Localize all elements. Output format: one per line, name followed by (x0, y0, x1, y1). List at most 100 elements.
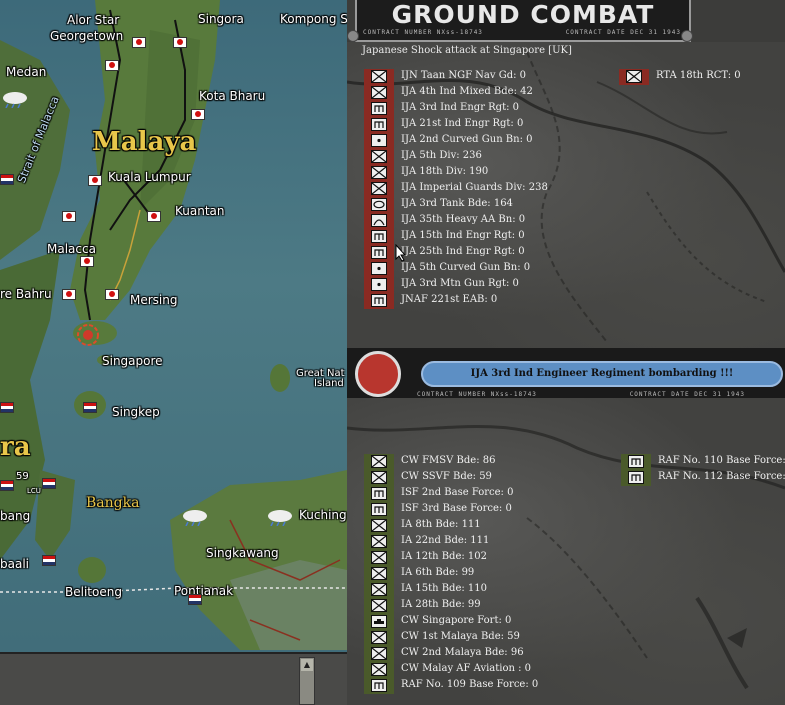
contract-number: CONTRACT NUMBER NXss-18743 (363, 29, 483, 36)
infantry-unit-icon (371, 166, 387, 179)
place-label: Singapore (102, 354, 163, 368)
place-label: Kuching (299, 508, 347, 522)
unit-name: RTA 18th RCT: 0 (656, 70, 741, 81)
place-label: Kompong Sc (280, 12, 347, 26)
rivet-icon (347, 30, 359, 42)
japanese-base-icon[interactable] (80, 256, 94, 267)
strategic-map[interactable]: Alor Star Georgetown Singora Kompong Sc … (0, 0, 347, 705)
place-label: Georgetown (50, 29, 124, 43)
japanese-base-icon[interactable] (88, 175, 102, 186)
engineer-unit-icon (371, 118, 387, 131)
place-label: Alor Star (67, 13, 120, 27)
japanese-base-icon[interactable] (62, 289, 76, 300)
region-label: Malaya (92, 127, 197, 157)
engineer-unit-icon (371, 487, 387, 500)
unit-name: RAF No. 112 Base Force: 0 (658, 471, 785, 482)
fort-unit-icon (371, 615, 387, 628)
unit-name: IJA 5th Curved Gun Bn: 0 (401, 262, 531, 273)
place-label: Mersing (130, 293, 178, 307)
unit-name: IJA 15th Ind Engr Rgt: 0 (401, 230, 525, 241)
unit-name: JNAF 221st EAB: 0 (401, 294, 498, 305)
dutch-base-icon[interactable] (42, 478, 56, 489)
ground-combat-panel: GROUND COMBAT CONTRACT NUMBER NXss-18743… (347, 0, 785, 705)
infantry-unit-icon (371, 471, 387, 484)
attack-description: Japanese Shock attack at Singapore [UK] (362, 45, 572, 56)
unit-name: IJA 21st Ind Engr Rgt: 0 (401, 118, 524, 129)
engineer-unit-icon (371, 679, 387, 692)
ground-combat-header: GROUND COMBAT CONTRACT NUMBER NXss-18743… (355, 0, 691, 42)
japanese-base-icon[interactable] (105, 289, 119, 300)
unit-name: CW 1st Malaya Bde: 59 (401, 631, 520, 642)
unit-name: IJA 35th Heavy AA Bn: 0 (401, 214, 526, 225)
combat-event-bar: IJA 3rd Ind Engineer Regiment bombarding… (347, 348, 785, 398)
mouse-pointer-icon (395, 244, 407, 262)
japanese-base-icon[interactable] (132, 37, 146, 48)
region-label: Bangka (86, 495, 140, 511)
japan-roundel-icon (355, 351, 401, 397)
unit-name: IA 28th Bde: 99 (401, 599, 481, 610)
place-label: Singkawang (206, 546, 279, 560)
japanese-base-icon[interactable] (191, 109, 205, 120)
dutch-base-icon[interactable] (0, 480, 14, 491)
dutch-base-icon[interactable] (188, 594, 202, 605)
infantry-unit-icon (371, 567, 387, 580)
infantry-unit-icon (371, 182, 387, 195)
japanese-base-icon[interactable] (105, 60, 119, 71)
unit-name: CW 2nd Malaya Bde: 96 (401, 647, 524, 658)
unit-name: IA 15th Bde: 110 (401, 583, 488, 594)
place-label: Medan (6, 65, 47, 79)
artillery-unit-icon (371, 262, 387, 275)
infantry-unit-icon (626, 70, 642, 83)
storm-cloud-icon (3, 92, 27, 108)
infantry-unit-icon (371, 86, 387, 99)
unit-marker-label: LCU (27, 487, 41, 495)
dutch-base-icon[interactable] (83, 402, 97, 413)
infantry-unit-icon (371, 70, 387, 83)
japanese-base-icon[interactable] (147, 211, 161, 222)
unit-name: IJA 4th Ind Mixed Bde: 42 (401, 86, 533, 97)
unit-name: IJA Imperial Guards Div: 238 (401, 182, 548, 193)
infantry-unit-icon (371, 663, 387, 676)
region-label: ra (0, 432, 31, 462)
unit-name: IJA 3rd Tank Bde: 164 (401, 198, 513, 209)
scroll-up-icon[interactable]: ▲ (301, 659, 313, 671)
place-label: Kuantan (175, 204, 225, 218)
infantry-unit-icon (371, 535, 387, 548)
contract-date: CONTRACT DATE DEC 31 1943 (629, 391, 745, 398)
contract-date: CONTRACT DATE DEC 31 1943 (565, 29, 681, 36)
dutch-base-icon[interactable] (0, 402, 14, 413)
unit-name: CW Singapore Fort: 0 (401, 615, 512, 626)
place-label: Kota Bharu (199, 89, 266, 103)
map-scrollbar[interactable]: ▲ (299, 657, 315, 705)
unit-name: RAF No. 110 Base Force: 0 (658, 455, 785, 466)
unit-marker-label: 59 (16, 471, 29, 482)
unit-name: CW SSVF Bde: 59 (401, 471, 492, 482)
unit-name: IA 6th Bde: 99 (401, 567, 475, 578)
dutch-base-icon[interactable] (0, 174, 14, 185)
infantry-unit-icon (371, 150, 387, 163)
event-banner: IJA 3rd Ind Engineer Regiment bombarding… (421, 361, 783, 387)
unit-name: ISF 2nd Base Force: 0 (401, 487, 514, 498)
unit-name: IJA 3rd Mtn Gun Rgt: 0 (401, 278, 519, 289)
infantry-unit-icon (371, 551, 387, 564)
japanese-base-icon[interactable] (173, 37, 187, 48)
engineer-unit-icon (371, 230, 387, 243)
place-label: Singora (198, 12, 244, 26)
unit-name: IJA 25th Ind Engr Rgt: 0 (401, 246, 525, 257)
armor-unit-icon (371, 198, 387, 211)
infantry-unit-icon (371, 455, 387, 468)
contract-number: CONTRACT NUMBER NXss-18743 (417, 391, 537, 398)
place-label: Island (314, 378, 344, 389)
unit-name: IA 12th Bde: 102 (401, 551, 488, 562)
infantry-unit-icon (371, 631, 387, 644)
map-status-bar (0, 652, 347, 705)
place-label: re Bahru (0, 287, 52, 301)
dutch-base-icon[interactable] (42, 555, 56, 566)
unit-name: ISF 3rd Base Force: 0 (401, 503, 512, 514)
infantry-unit-icon (371, 519, 387, 532)
unit-name: IJA 3rd Ind Engr Rgt: 0 (401, 102, 520, 113)
japanese-base-icon[interactable] (62, 211, 76, 222)
engineer-unit-icon (371, 246, 387, 259)
infantry-unit-icon (371, 583, 387, 596)
unit-name: CW FMSV Bde: 86 (401, 455, 496, 466)
